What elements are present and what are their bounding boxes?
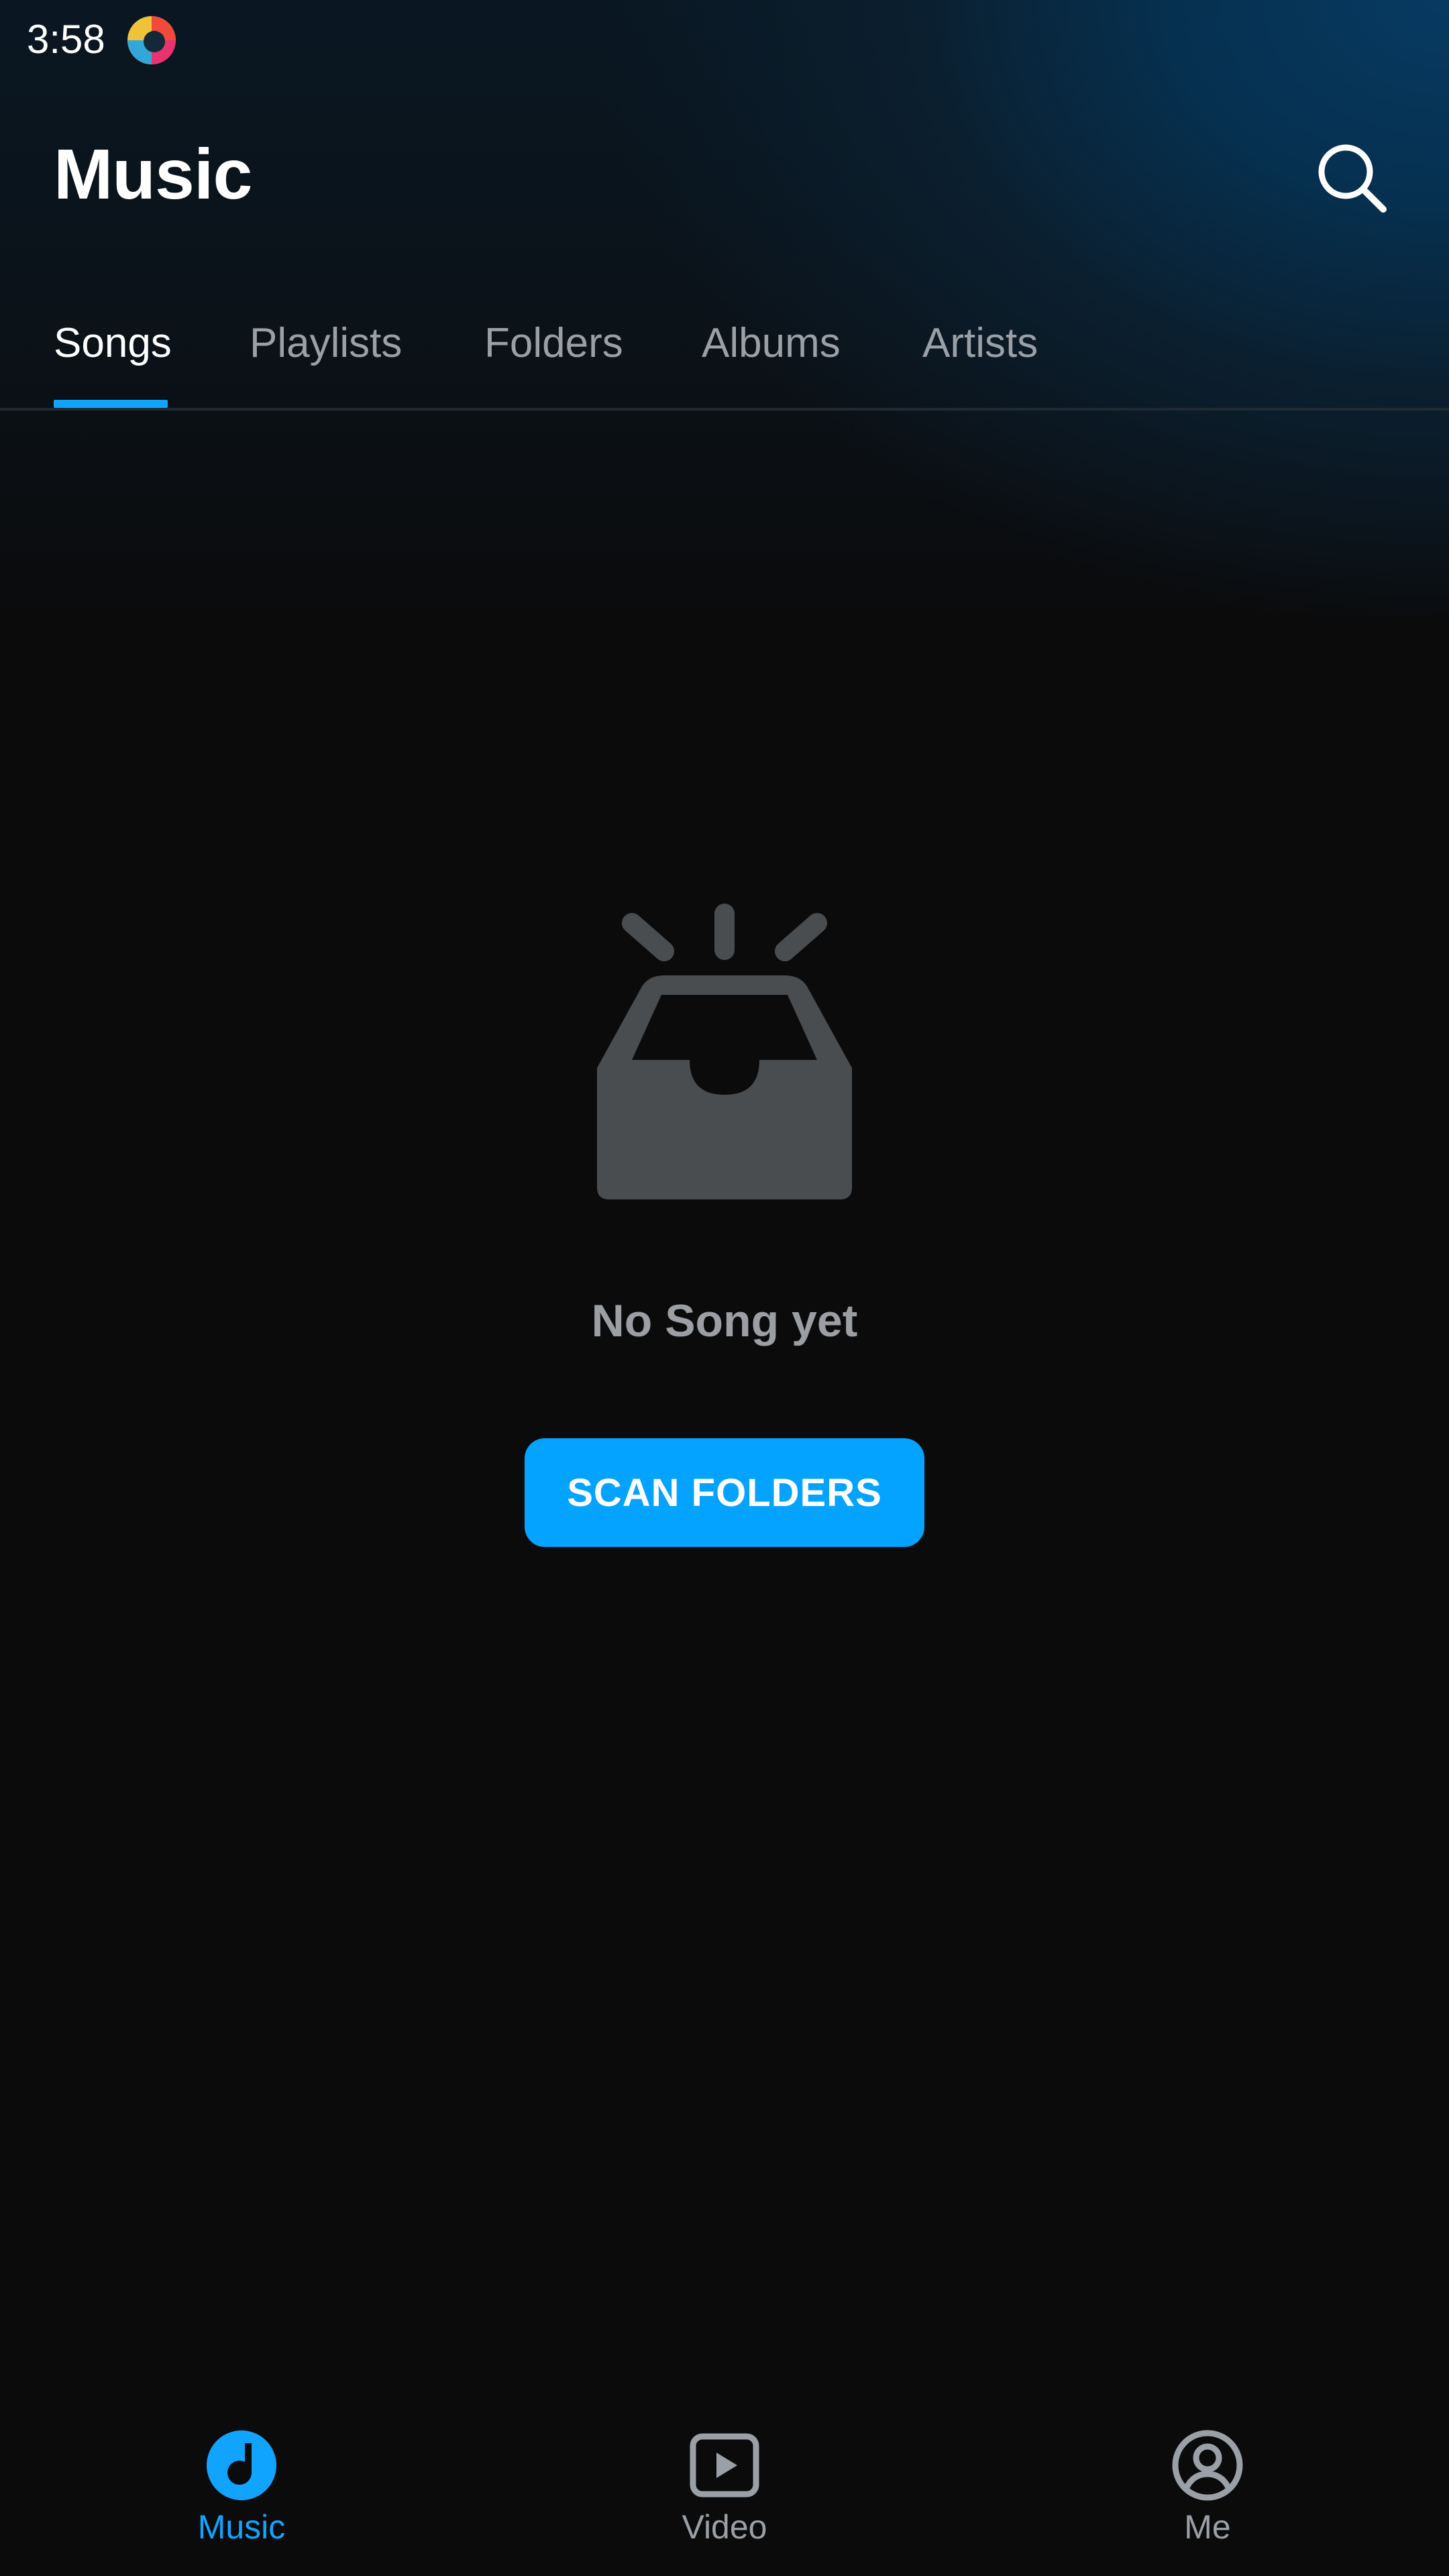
nav-label-music: Music <box>197 2508 286 2546</box>
search-button[interactable] <box>1308 134 1395 221</box>
tab-artists[interactable]: Artists <box>922 319 1038 367</box>
tab-songs[interactable]: Songs <box>54 319 172 367</box>
tab-albums[interactable]: Albums <box>702 319 841 367</box>
empty-inbox-icon <box>564 899 885 1208</box>
colorful-app-icon <box>125 13 178 67</box>
scan-folders-button[interactable]: SCAN FOLDERS <box>525 1438 924 1547</box>
nav-item-video[interactable]: Video <box>590 2428 859 2563</box>
active-tab-indicator <box>54 400 168 408</box>
music-note-icon <box>207 2430 276 2500</box>
tab-folders[interactable]: Folders <box>484 319 623 367</box>
empty-state-message: No Song yet <box>591 1295 858 1346</box>
tab-playlists[interactable]: Playlists <box>250 319 402 367</box>
video-play-icon <box>690 2433 759 2498</box>
status-time: 3:58 <box>27 17 105 62</box>
nav-label-me: Me <box>1184 2508 1231 2546</box>
tab-bar: Songs Playlists Folders Albums Artists <box>0 295 1449 411</box>
nav-label-video: Video <box>682 2508 767 2546</box>
nav-item-music[interactable]: Music <box>107 2428 376 2563</box>
page-title: Music <box>54 135 252 214</box>
search-icon <box>1318 144 1387 213</box>
status-bar: 3:58 <box>0 0 1449 80</box>
bottom-navigation: Music Video Me <box>0 2388 1449 2576</box>
profile-icon <box>1172 2430 1243 2501</box>
nav-item-me[interactable]: Me <box>1073 2428 1342 2563</box>
